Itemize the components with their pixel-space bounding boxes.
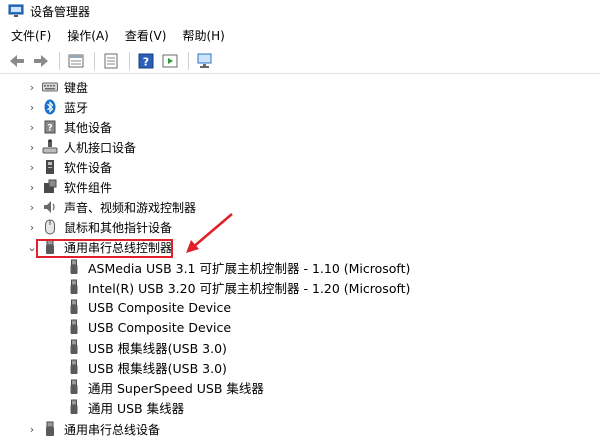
usb-icon xyxy=(66,319,82,335)
tree-item-keyboard[interactable]: › 键盘 xyxy=(26,77,88,97)
tree-item-label: 键盘 xyxy=(64,80,89,95)
menu-bar: 文件(F) 操作(A) 查看(V) 帮助(H) xyxy=(0,24,600,46)
software-device-icon xyxy=(42,159,58,175)
tree-item-usb-devices[interactable]: › 通用串行总线设备 xyxy=(26,419,160,439)
tree-item-label: 声音、视频和游戏控制器 xyxy=(64,200,197,215)
chevron-right-icon[interactable]: › xyxy=(26,97,38,117)
forward-icon[interactable] xyxy=(30,50,52,72)
tree-item-hid[interactable]: › 人机接口设备 xyxy=(26,137,136,157)
tree-child-label: ASMedia USB 3.1 可扩展主机控制器 - 1.10 (Microso… xyxy=(88,260,411,276)
usb-icon xyxy=(66,299,82,315)
tree-item-software-devices[interactable]: › 软件设备 xyxy=(26,157,112,177)
toolbar-separator xyxy=(94,51,95,70)
tree-item-label: 人机接口设备 xyxy=(64,140,137,155)
tree-child-label: USB 根集线器(USB 3.0) xyxy=(88,360,227,376)
tree-item-mouse[interactable]: › 鼠标和其他指针设备 xyxy=(26,217,172,237)
tree-item-other-devices[interactable]: › ? 其他设备 xyxy=(26,117,112,137)
tree-child-item[interactable]: 通用 USB 集线器 xyxy=(62,397,184,417)
hid-icon xyxy=(42,139,58,155)
chevron-right-icon[interactable]: › xyxy=(26,117,38,137)
properties-icon[interactable] xyxy=(65,50,87,72)
tree-child-item[interactable]: USB Composite Device xyxy=(62,297,231,317)
device-manager-app-icon xyxy=(8,3,24,19)
back-icon[interactable] xyxy=(6,50,28,72)
tree-child-item[interactable]: 通用 SuperSpeed USB 集线器 xyxy=(62,377,264,397)
chevron-right-icon[interactable]: › xyxy=(26,157,38,177)
usb-icon xyxy=(66,399,82,415)
toolbar: ? xyxy=(0,48,600,74)
menu-action[interactable]: 操作(A) xyxy=(62,27,114,44)
title-bar: 设备管理器 xyxy=(0,0,600,22)
tree-item-label: 通用串行总线设备 xyxy=(64,422,161,437)
usb-device-icon xyxy=(42,421,58,437)
usb-icon xyxy=(66,359,82,375)
chevron-right-icon[interactable]: › xyxy=(26,77,38,97)
menu-file[interactable]: 文件(F) xyxy=(6,27,56,44)
tree-item-audio-video[interactable]: › 声音、视频和游戏控制器 xyxy=(26,197,196,217)
toolbar-separator xyxy=(59,51,60,70)
tree-child-item[interactable]: USB 根集线器(USB 3.0) xyxy=(62,357,227,377)
tree-item-bluetooth[interactable]: › 蓝牙 xyxy=(26,97,88,117)
usb-icon xyxy=(66,259,82,275)
audio-icon xyxy=(42,199,58,215)
tree-child-label: 通用 SuperSpeed USB 集线器 xyxy=(88,380,264,396)
tree-item-label: 其他设备 xyxy=(64,120,113,135)
menu-view[interactable]: 查看(V) xyxy=(120,27,172,44)
help-icon[interactable]: ? xyxy=(135,50,157,72)
highlight-box xyxy=(36,239,173,258)
bluetooth-icon xyxy=(42,99,58,115)
tree-item-label: 软件组件 xyxy=(64,180,113,195)
keyboard-icon xyxy=(42,79,58,95)
toolbar-separator xyxy=(188,51,189,70)
chevron-right-icon[interactable]: › xyxy=(26,137,38,157)
window-title: 设备管理器 xyxy=(30,4,91,19)
unknown-device-icon: ? xyxy=(42,119,58,135)
chevron-right-icon[interactable]: › xyxy=(26,197,38,217)
usb-icon xyxy=(66,339,82,355)
tree-item-label: 鼠标和其他指针设备 xyxy=(64,220,173,235)
tree-item-software-components[interactable]: › 软件组件 xyxy=(26,177,112,197)
svg-text:?: ? xyxy=(143,55,149,68)
tree-child-item[interactable]: USB Composite Device xyxy=(62,317,231,337)
tree-item-label: 软件设备 xyxy=(64,160,113,175)
tree-item-label: 蓝牙 xyxy=(64,100,89,115)
toolbar-separator xyxy=(129,51,130,70)
tree-child-label: USB 根集线器(USB 3.0) xyxy=(88,340,227,356)
device-tree: › 键盘 › 蓝牙 › ? 其他设备 › 人机接口设备 › 软件设备 › 软件组… xyxy=(0,76,600,440)
tree-child-item[interactable]: USB 根集线器(USB 3.0) xyxy=(62,337,227,357)
software-component-icon xyxy=(42,179,58,195)
svg-text:?: ? xyxy=(47,124,52,134)
tree-child-label: USB Composite Device xyxy=(88,299,232,315)
chevron-right-icon[interactable]: › xyxy=(26,217,38,237)
tree-child-label: Intel(R) USB 3.20 可扩展主机控制器 - 1.20 (Micro… xyxy=(88,280,411,296)
mouse-icon xyxy=(42,219,58,235)
chevron-right-icon[interactable]: › xyxy=(26,419,38,439)
scan-icon[interactable] xyxy=(194,50,216,72)
annotation-arrow-icon xyxy=(186,213,233,253)
usb-icon xyxy=(66,279,82,295)
run-icon[interactable] xyxy=(159,50,181,72)
tree-child-item[interactable]: Intel(R) USB 3.20 可扩展主机控制器 - 1.20 (Micro… xyxy=(62,277,410,297)
tree-child-label: USB Composite Device xyxy=(88,319,232,335)
menu-help[interactable]: 帮助(H) xyxy=(177,27,229,44)
tree-child-item[interactable]: ASMedia USB 3.1 可扩展主机控制器 - 1.10 (Microso… xyxy=(62,257,410,277)
tree-child-label: 通用 USB 集线器 xyxy=(88,400,185,416)
update-icon[interactable] xyxy=(100,50,122,72)
usb-icon xyxy=(66,379,82,395)
chevron-right-icon[interactable]: › xyxy=(26,177,38,197)
